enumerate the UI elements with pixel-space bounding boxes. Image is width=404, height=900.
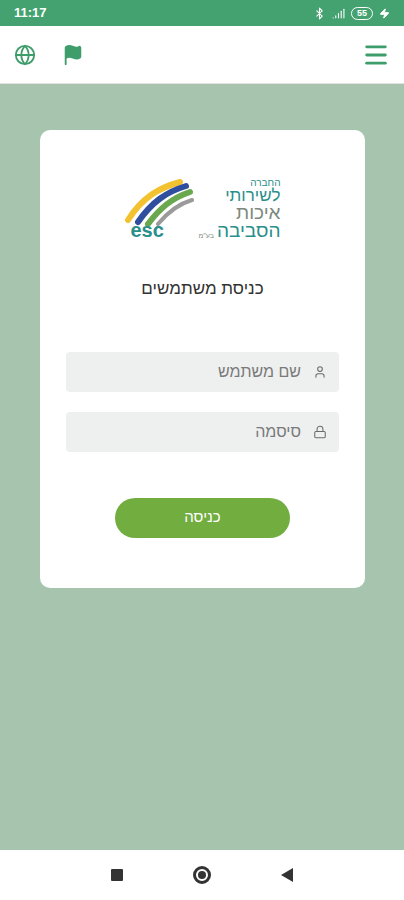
menu-icon[interactable] <box>362 41 390 69</box>
globe-icon[interactable] <box>14 44 36 66</box>
status-icons: 55 <box>313 7 390 20</box>
signal-icon <box>332 7 345 20</box>
login-title: כניסת משתמשים <box>141 276 263 302</box>
login-button[interactable]: כניסה <box>115 498 290 538</box>
battery-icon: 55 <box>351 7 373 20</box>
user-icon <box>313 365 327 379</box>
field-placeholder: שם משתמש <box>218 364 301 380</box>
status-time: 11:17 <box>14 3 47 23</box>
field-placeholder: סיסמה <box>255 424 301 440</box>
app-screen: 11:17 55 esc החברהלשירותיאיכותהסביבה בע"מ כני… <box>0 0 404 900</box>
status-bar: 11:17 55 <box>0 0 404 26</box>
logo-line: הסביבה <box>217 222 281 240</box>
home-icon[interactable] <box>193 866 211 884</box>
flag-icon[interactable] <box>62 44 84 66</box>
username-field[interactable]: שם משתמש <box>66 352 339 392</box>
logo: esc החברהלשירותיאיכותהסביבה בע"מ <box>124 160 280 240</box>
navigation-bar <box>0 850 404 900</box>
background-image: esc החברהלשירותיאיכותהסביבה בע"מ כניסת משתמ… <box>0 84 404 850</box>
charging-icon <box>379 8 390 19</box>
logo-line: החברה <box>250 178 280 188</box>
logo-line: איכות <box>236 204 281 222</box>
app-bar <box>0 26 404 84</box>
logo-mark: esc <box>130 220 163 240</box>
logo-suffix: בע"מ <box>198 233 213 240</box>
logo-line: לשירותי <box>225 188 280 204</box>
login-card: esc החברהלשירותיאיכותהסביבה בע"מ כניסת משתמ… <box>40 130 365 588</box>
recents-icon[interactable] <box>111 869 123 881</box>
lock-icon <box>313 425 327 439</box>
back-icon[interactable] <box>281 868 293 882</box>
bluetooth-icon <box>313 7 326 20</box>
password-field[interactable]: סיסמה <box>66 412 339 452</box>
